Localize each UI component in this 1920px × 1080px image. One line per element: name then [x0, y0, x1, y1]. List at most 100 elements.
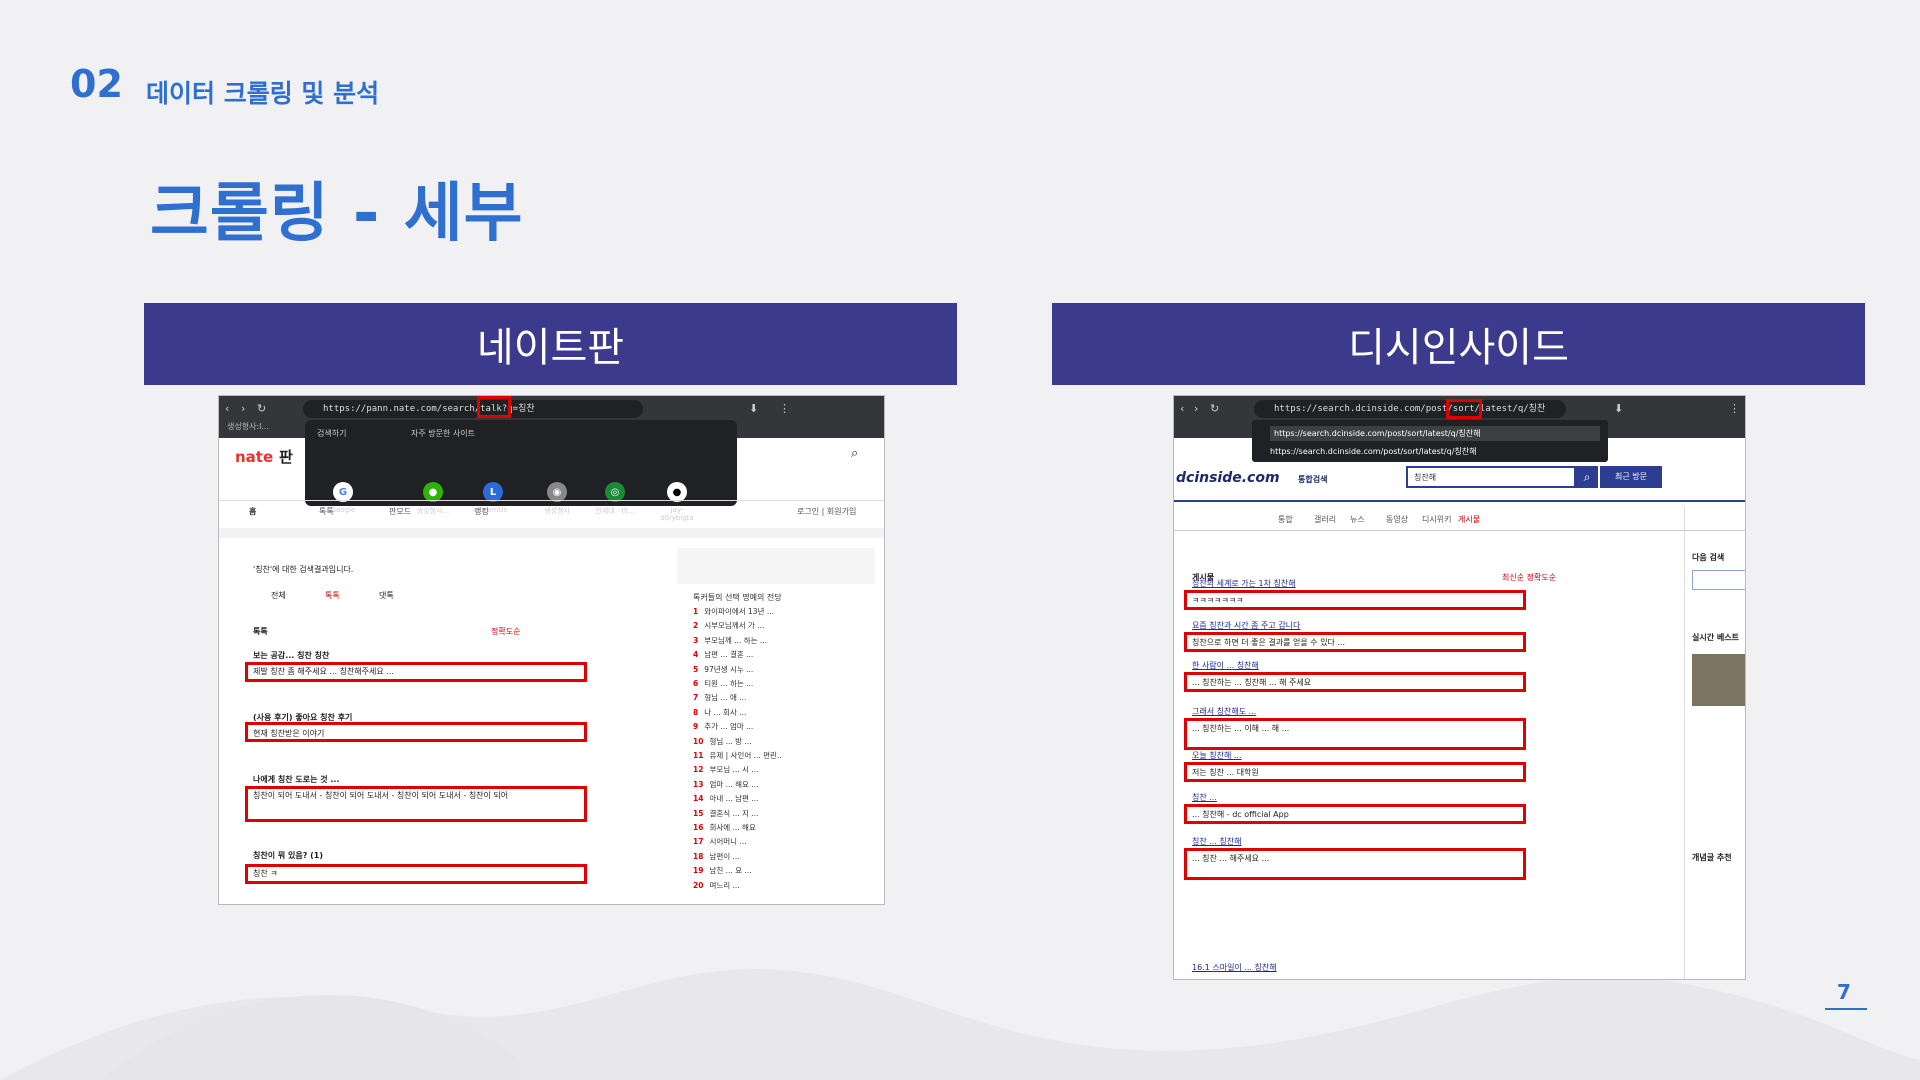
ranking-item[interactable]: 20 며느리 ... [693, 880, 740, 891]
tab-ranking[interactable]: 랭킹 [474, 506, 489, 517]
ranking-item[interactable]: 4 남편 ... 결혼 ... [693, 649, 753, 660]
nate-logo[interactable]: nate [235, 448, 273, 466]
ranking-item[interactable]: 14 아내 ... 남편 ... [693, 793, 759, 804]
ranking-item[interactable]: 10 형님 ... 방 ... [693, 736, 752, 747]
tab-home[interactable]: 홈 [249, 506, 256, 517]
divider [1174, 530, 1745, 531]
tab-panmode[interactable]: 판모드 [389, 506, 411, 517]
ranking-item[interactable]: 13 엄마 ... 해요 ... [693, 779, 759, 790]
ranking-item[interactable]: 18 남편이 ... [693, 851, 740, 862]
post-title[interactable]: 그래서 칭찬해도 ... [1192, 706, 1522, 717]
ranking-item[interactable]: 7 형님 ... 애 ... [693, 692, 746, 703]
post-title[interactable]: 칭찬이 뭐 있음? (1) [253, 850, 573, 861]
back-icon[interactable]: ‹ [1180, 402, 1184, 415]
recent-visit-button[interactable]: 최근 방문 [1600, 466, 1662, 488]
ranking-title-text: 추가 ... 엄마 ... [704, 722, 754, 732]
post-title[interactable]: 나에게 칭찬 도로는 것 ... [253, 774, 573, 785]
search-input[interactable]: 칭찬해 [1406, 466, 1576, 488]
ranking-item[interactable]: 2 시부모님께서 가 ... [693, 620, 764, 631]
filter-comment[interactable]: 댓톡 [379, 590, 394, 601]
dc-tab[interactable]: 디시위키 [1422, 514, 1451, 525]
ranking-number: 13 [693, 779, 704, 789]
ranking-item[interactable]: 15 결혼식 ... 지 ... [693, 808, 759, 819]
ranking-number: 7 [693, 693, 699, 703]
ranking-title-text: 며느리 ... [709, 880, 740, 890]
suggestion-item[interactable]: https://search.dcinside.com/post/sort/la… [1270, 446, 1476, 457]
google-icon: G [333, 482, 353, 502]
dcinside-logo[interactable]: dcinside.com [1176, 470, 1280, 486]
back-icon[interactable]: ‹ [225, 402, 229, 415]
ranking-item[interactable]: 17 시어머니 ... [693, 836, 747, 847]
address-bar[interactable]: https://search.dcinside.com/post/sort/la… [1254, 400, 1566, 418]
side-search-input[interactable] [1692, 570, 1745, 590]
ranking-item[interactable]: 9 추가 ... 엄마 ... [693, 721, 753, 732]
dc-tab[interactable]: 뉴스 [1350, 514, 1365, 525]
url-text: https://search.dcinside.com/post/sort/la… [1274, 404, 1529, 414]
ranking-item[interactable]: 12 부모님 ... 시 ... [693, 764, 759, 775]
ranking-item[interactable]: 5 97년생 시누 ... [693, 664, 753, 675]
post-title[interactable]: 칭찬의 세계로 가는 1차 칭찬해 [1192, 578, 1522, 589]
footer-post-link[interactable]: 16.1 스마일이 ... 칭찬해 [1192, 962, 1277, 973]
post-title[interactable]: 칭찬 ... 칭찬해 [1192, 836, 1522, 847]
ranking-title-text: 시부모님께서 가 ... [704, 621, 765, 631]
forward-icon[interactable]: › [241, 402, 245, 415]
divider [219, 500, 884, 501]
ranking-number: 10 [693, 736, 704, 746]
extension-icon[interactable]: ⬇ [1614, 402, 1623, 415]
ranking-item[interactable]: 3 부모님께 ... 하는 ... [693, 635, 767, 646]
post-highlight-box [245, 864, 587, 884]
section-title: 데이터 크롤링 및 분석 [146, 79, 380, 108]
side-best-title: 실시간 베스트 [1692, 633, 1739, 642]
ranking-number: 2 [693, 621, 699, 631]
ranking-item[interactable]: 19 남친 ... 요 ... [693, 865, 752, 876]
ranking-item[interactable]: 8 나 ... 회사 ... [693, 707, 746, 718]
ranking-title-text: 나 ... 회사 ... [704, 707, 747, 717]
dc-tab[interactable]: 통합 [1278, 514, 1293, 525]
shortcut-github[interactable]: ● jay-d0/ybigta [657, 482, 697, 522]
address-bar[interactable]: https://pann.nate.com/search/talk?q=칭찬 [303, 400, 643, 418]
post-title[interactable]: 요즘 칭찬과 시간 좀 주고 갑니다 [1192, 620, 1522, 631]
sort-option[interactable]: 정확도순 [491, 626, 520, 637]
extension-icon[interactable]: ⬇ [749, 402, 758, 415]
dc-tab[interactable]: 동영상 [1386, 514, 1408, 525]
post-highlight-box [1184, 590, 1526, 610]
search-icon[interactable]: ⌕ [1576, 466, 1598, 488]
query-highlight-box [1446, 399, 1482, 419]
shortcut-1[interactable]: ● 생성형사... [413, 482, 453, 516]
ranking-number: 15 [693, 808, 704, 818]
filter-talk[interactable]: 톡톡 [325, 590, 340, 601]
filter-all[interactable]: 전체 [271, 590, 286, 601]
ranking-title-text: 남친 ... 요 ... [709, 866, 752, 876]
ranking-title-text: 남편이 ... [709, 851, 740, 861]
post-title[interactable]: 칭찬 ... [1192, 792, 1522, 803]
suggestion-item[interactable]: https://search.dcinside.com/post/sort/la… [1270, 426, 1600, 441]
reload-icon[interactable]: ↻ [257, 402, 266, 415]
ranking-item[interactable]: 16 회사에 ... 해요 [693, 822, 756, 833]
shortcut-3[interactable]: ◉ 생성형사 [537, 482, 577, 516]
reload-icon[interactable]: ↻ [1210, 402, 1219, 415]
ranking-number: 12 [693, 765, 704, 775]
forward-icon[interactable]: › [1194, 402, 1198, 415]
menu-icon[interactable]: ⋮ [1729, 402, 1740, 415]
post-highlight-box [1184, 632, 1526, 652]
ranking-item[interactable]: 1 와이파이에서 13년 ... [693, 606, 774, 617]
search-icon[interactable]: ⌕ [851, 446, 858, 461]
thumbnail-image[interactable] [1692, 654, 1745, 706]
post-title[interactable]: 보는 공감... 칭찬 칭찬 [253, 650, 573, 661]
recent-label: 자주 방문한 사이트 [411, 429, 475, 438]
dc-tab[interactable]: 게시물 [1458, 514, 1480, 525]
tab-talk[interactable]: 톡톡 [319, 506, 334, 517]
section-number: 02 [70, 62, 123, 106]
ranking-item[interactable]: 11 유제 | 사인어 ... 편린.. [693, 750, 782, 761]
menu-icon[interactable]: ⋮ [779, 402, 790, 415]
dc-tab[interactable]: 갤러리 [1314, 514, 1336, 525]
side-gallery-title: 개념글 추천 [1692, 853, 1732, 862]
login-link[interactable]: 로그인 | 회원가입 [797, 506, 856, 517]
page-title: 크롤링 - 세부 [150, 177, 524, 251]
post-title[interactable]: 오늘 칭찬해 ... [1192, 750, 1522, 761]
shortcut-4[interactable]: ◎ 연세대 - 비... [595, 482, 635, 516]
ranking-number: 6 [693, 679, 699, 688]
ranking-item[interactable]: 6 티원 ... 하는 ... [693, 678, 753, 689]
post-title[interactable]: 한 사람이 ... 칭찬해 [1192, 660, 1522, 671]
url-query: 칭찬 [1528, 404, 1546, 414]
